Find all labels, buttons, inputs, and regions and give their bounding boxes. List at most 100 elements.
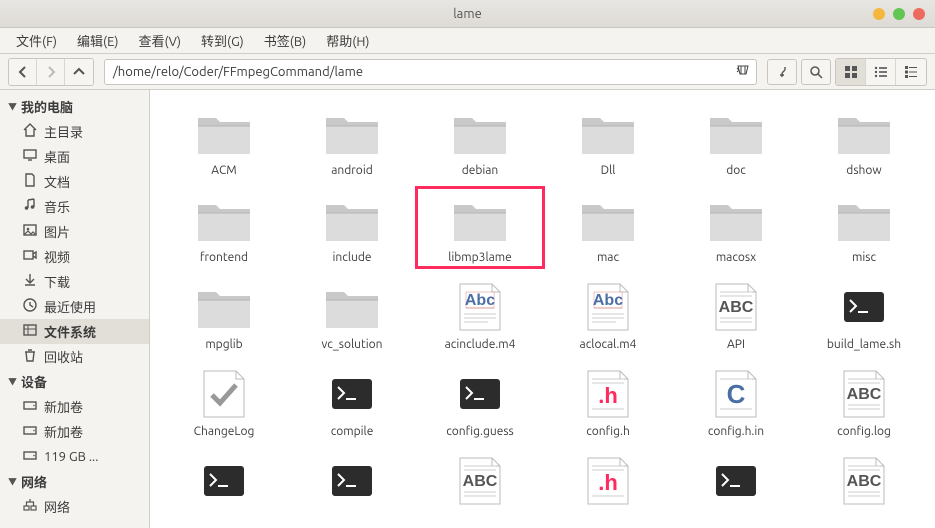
file-view[interactable]: ACMandroid debian Dlldocdshow frontend inclu…: [150, 90, 935, 528]
path-input[interactable]: /home/relo/Coder/FFmpegCommand/lame: [104, 59, 757, 85]
folder-item[interactable]: libmp3lame: [416, 187, 544, 268]
sidebar-item[interactable]: 主目录: [0, 119, 149, 144]
recent-icon: [22, 297, 38, 316]
desktop-icon: [22, 147, 38, 166]
sidebar-item[interactable]: 视频: [0, 244, 149, 269]
item-label: debian: [462, 164, 499, 177]
folder-item[interactable]: dshow: [800, 100, 928, 181]
file-item[interactable]: config.h: [544, 361, 672, 442]
terminal-small-icon: [775, 65, 789, 79]
up-button[interactable]: [65, 59, 93, 85]
arrow-up-icon: [72, 65, 86, 79]
sidebar-item[interactable]: 下载: [0, 269, 149, 294]
sidebar-item-label: 视频: [44, 247, 70, 266]
sidebar-item[interactable]: 音乐: [0, 194, 149, 219]
sidebar-item[interactable]: 桌面: [0, 144, 149, 169]
music-icon: [22, 197, 38, 216]
file-item[interactable]: [416, 448, 544, 516]
file-item[interactable]: compile: [288, 361, 416, 442]
chevron-down-icon: ▼: [8, 475, 17, 488]
menu-help[interactable]: 帮助(H): [318, 28, 377, 53]
bigabc-icon: [444, 452, 516, 508]
folder-icon: [828, 191, 900, 247]
file-item[interactable]: config.guess: [416, 361, 544, 442]
item-label: ChangeLog: [194, 425, 255, 438]
h-icon: [572, 365, 644, 421]
file-item[interactable]: API: [672, 274, 800, 355]
search-icon: [809, 65, 823, 79]
file-item[interactable]: config.h.in: [672, 361, 800, 442]
sidebar-section-header[interactable]: ▼网络: [0, 469, 149, 494]
file-item[interactable]: [800, 448, 928, 516]
menu-go[interactable]: 转到(G): [193, 28, 252, 53]
sidebar-item[interactable]: 图片: [0, 219, 149, 244]
folder-item[interactable]: Dll: [544, 100, 672, 181]
minimize-button[interactable]: [873, 8, 885, 20]
sidebar-item-label: 音乐: [44, 197, 70, 216]
file-item[interactable]: ChangeLog: [160, 361, 288, 442]
sidebar-item-label: 网络: [44, 497, 70, 516]
forward-button[interactable]: [37, 59, 65, 85]
close-button[interactable]: [913, 8, 925, 20]
arrow-left-icon: [16, 65, 30, 79]
sidebar-item[interactable]: 文件系统: [0, 319, 149, 344]
folder-item[interactable]: mpglib: [160, 274, 288, 355]
sidebar-item[interactable]: 新加卷: [0, 394, 149, 419]
window-title: lame: [0, 7, 935, 21]
folder-item[interactable]: macosx: [672, 187, 800, 268]
clear-path-icon[interactable]: [736, 63, 750, 80]
folder-item[interactable]: vc_solution: [288, 274, 416, 355]
folder-icon: [828, 104, 900, 160]
back-button[interactable]: [9, 59, 37, 85]
sidebar-section-header[interactable]: ▼ 设备: [0, 369, 149, 394]
shell-icon: [828, 278, 900, 334]
chevron-down-icon: ▼: [8, 375, 17, 388]
list-detail-icon: [904, 65, 918, 79]
sidebar-item[interactable]: 网络: [0, 494, 149, 519]
folder-item[interactable]: doc: [672, 100, 800, 181]
icon-view-button[interactable]: [836, 59, 866, 85]
file-item[interactable]: aclocal.m4: [544, 274, 672, 355]
file-item[interactable]: acinclude.m4: [416, 274, 544, 355]
folder-item[interactable]: debian: [416, 100, 544, 181]
sidebar-item[interactable]: 最近使用: [0, 294, 149, 319]
sidebar-item-label: 主目录: [44, 122, 83, 141]
sidebar-item[interactable]: 回收站: [0, 344, 149, 369]
maximize-button[interactable]: [893, 8, 905, 20]
file-item[interactable]: [544, 448, 672, 516]
folder-item[interactable]: misc: [800, 187, 928, 268]
item-label: include: [333, 251, 372, 264]
menu-view[interactable]: 查看(V): [131, 28, 189, 53]
folder-item[interactable]: mac: [544, 187, 672, 268]
file-item[interactable]: [288, 448, 416, 516]
folder-item[interactable]: include: [288, 187, 416, 268]
menu-file[interactable]: 文件(F): [8, 28, 65, 53]
folder-item[interactable]: ACM: [160, 100, 288, 181]
list-view-button[interactable]: [896, 59, 926, 85]
folder-item[interactable]: frontend: [160, 187, 288, 268]
file-item[interactable]: build_lame.sh: [800, 274, 928, 355]
abc-icon: [572, 278, 644, 334]
sidebar-section-label: 设备: [21, 372, 47, 391]
sidebar-section-label: 我的电脑: [21, 97, 73, 116]
open-terminal-button[interactable]: [767, 59, 797, 85]
compact-view-button[interactable]: [866, 59, 896, 85]
sidebar-item-label: 图片: [44, 222, 70, 241]
sidebar-item[interactable]: 119 GB ...: [0, 444, 149, 469]
file-item[interactable]: [672, 448, 800, 516]
sidebar-section-header[interactable]: ▼我的电脑: [0, 94, 149, 119]
folder-item[interactable]: android: [288, 100, 416, 181]
sidebar-item[interactable]: 新加卷: [0, 419, 149, 444]
grid-icon: [844, 65, 858, 79]
item-label: acinclude.m4: [445, 338, 516, 351]
file-item[interactable]: config.log: [800, 361, 928, 442]
file-item[interactable]: [160, 448, 288, 516]
search-button[interactable]: [801, 59, 831, 85]
list-compact-icon: [874, 65, 888, 79]
folder-icon: [444, 191, 516, 247]
sidebar-item-label: 下载: [44, 272, 70, 291]
menu-bookmarks[interactable]: 书签(B): [256, 28, 314, 53]
toolbar-right: [767, 59, 831, 85]
sidebar-item[interactable]: 文档: [0, 169, 149, 194]
menu-edit[interactable]: 编辑(E): [69, 28, 126, 53]
